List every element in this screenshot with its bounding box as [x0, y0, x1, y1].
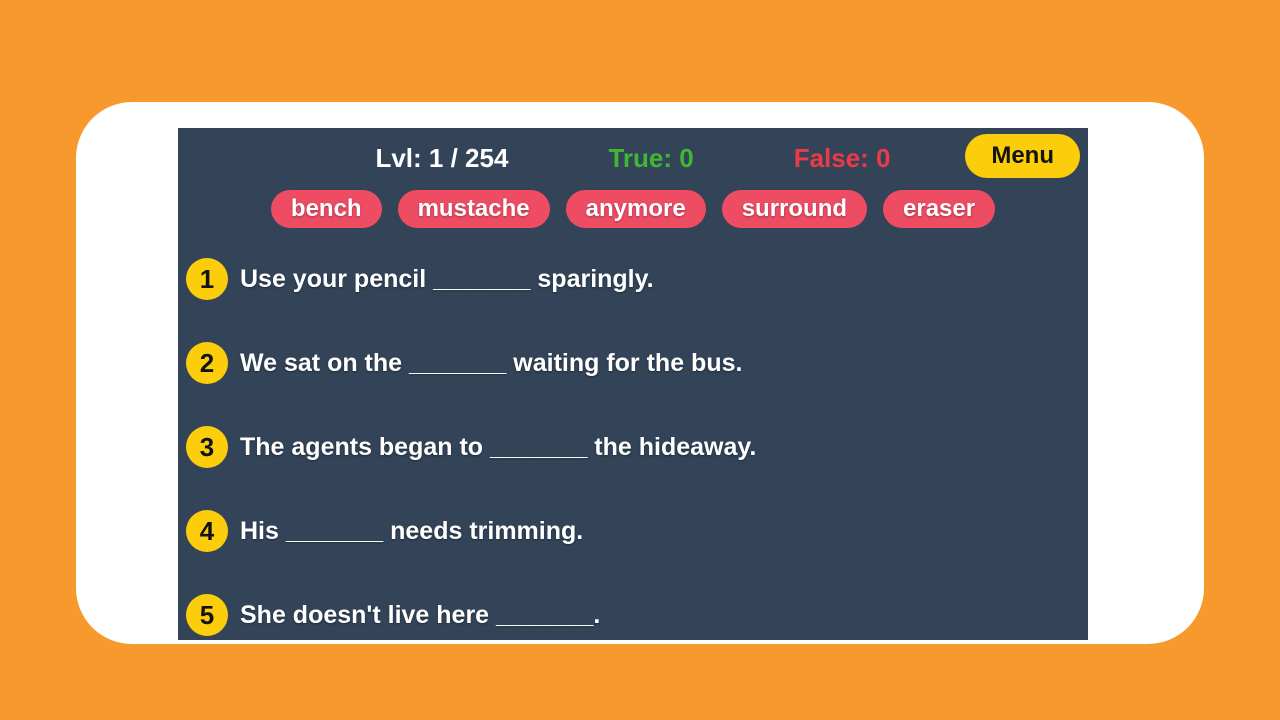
word-chip-surround[interactable]: surround	[722, 190, 867, 228]
sentence-text: The agents began to _______ the hideaway…	[240, 433, 756, 462]
level-indicator: Lvl: 1 / 254	[375, 143, 508, 174]
sentence-number-badge: 1	[186, 258, 228, 300]
false-score: False: 0	[794, 143, 891, 174]
word-chip-anymore[interactable]: anymore	[566, 190, 706, 228]
sentence-number-badge: 4	[186, 510, 228, 552]
sentence-text: She doesn't live here _______.	[240, 601, 600, 630]
sentence-text: We sat on the _______ waiting for the bu…	[240, 349, 742, 378]
sentence-text: Use your pencil _______ sparingly.	[240, 265, 654, 294]
sentence-row[interactable]: 5 She doesn't live here _______.	[186, 594, 1088, 636]
menu-button[interactable]: Menu	[965, 134, 1080, 178]
sentence-number-badge: 3	[186, 426, 228, 468]
word-bank: bench mustache anymore surround eraser	[178, 190, 1088, 228]
sentence-row[interactable]: 4 His _______ needs trimming.	[186, 510, 1088, 552]
sentence-text: His _______ needs trimming.	[240, 517, 583, 546]
sentence-row[interactable]: 2 We sat on the _______ waiting for the …	[186, 342, 1088, 384]
sentence-number-badge: 2	[186, 342, 228, 384]
word-chip-mustache[interactable]: mustache	[398, 190, 550, 228]
game-screen: Lvl: 1 / 254 True: 0 False: 0 Menu bench…	[178, 128, 1088, 640]
sentence-list: 1 Use your pencil _______ sparingly. 2 W…	[178, 258, 1088, 636]
word-chip-eraser[interactable]: eraser	[883, 190, 995, 228]
sentence-row[interactable]: 1 Use your pencil _______ sparingly.	[186, 258, 1088, 300]
stats-row: Lvl: 1 / 254 True: 0 False: 0	[178, 138, 1088, 178]
sentence-row[interactable]: 3 The agents began to _______ the hideaw…	[186, 426, 1088, 468]
sentence-number-badge: 5	[186, 594, 228, 636]
top-bar: Lvl: 1 / 254 True: 0 False: 0 Menu bench…	[178, 128, 1088, 228]
true-score: True: 0	[608, 143, 693, 174]
word-chip-bench[interactable]: bench	[271, 190, 382, 228]
